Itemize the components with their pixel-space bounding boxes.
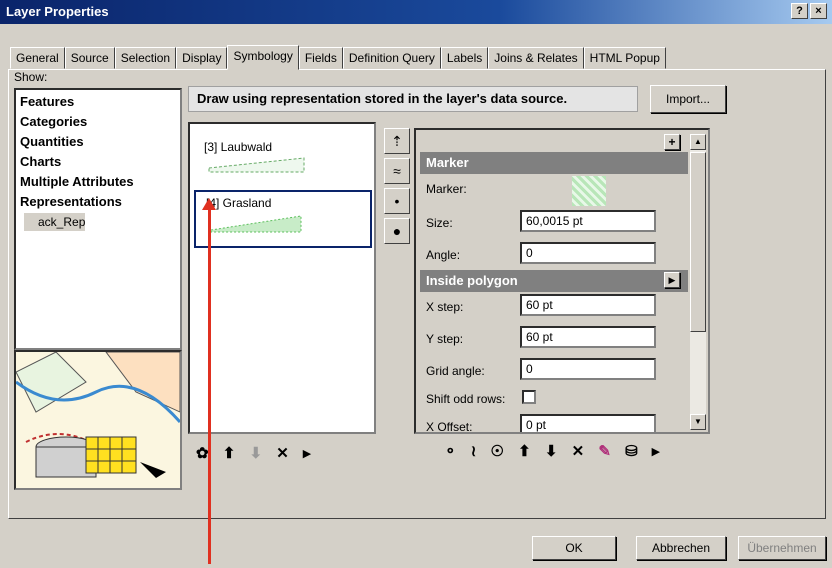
ok-button[interactable]: OK	[532, 536, 616, 560]
brush-icon[interactable]: ✎	[598, 442, 611, 460]
show-item-representations[interactable]: Representations	[20, 192, 176, 212]
tool-marker-icon[interactable]: •	[384, 188, 410, 214]
scroll-down-icon[interactable]: ▼	[690, 414, 706, 430]
add-rep-icon[interactable]: ✿	[196, 444, 209, 462]
add-line-icon[interactable]: ≀	[471, 442, 477, 460]
title-bar: Layer Properties ? ×	[0, 0, 832, 24]
import-button[interactable]: Import...	[650, 85, 726, 113]
grid-angle-label: Grid angle:	[426, 364, 485, 378]
show-item-quantities[interactable]: Quantities	[20, 132, 176, 152]
layer-down-icon[interactable]: ⬇	[545, 442, 558, 460]
show-item-multiple-attributes[interactable]: Multiple Attributes	[20, 172, 176, 192]
help-button[interactable]: ?	[791, 3, 808, 19]
window-title: Layer Properties	[6, 4, 109, 19]
remove-layer-icon[interactable]: ✕	[572, 442, 585, 460]
tool-polygon-icon[interactable]: ●	[384, 218, 410, 244]
marker-label: Marker:	[426, 182, 467, 196]
show-label: Show:	[14, 70, 48, 84]
size-label: Size:	[426, 216, 453, 230]
show-sub-item[interactable]: ack_Rep	[24, 213, 86, 231]
tab-source[interactable]: Source	[64, 47, 115, 69]
annotation-arrow	[208, 206, 211, 564]
tool-select-icon[interactable]: ⇡	[384, 128, 410, 154]
cancel-button[interactable]: Abbrechen	[636, 536, 726, 560]
tab-strip: General Source Selection Display Symbology Fi…	[10, 45, 666, 70]
size-input[interactable]: 60,0015 pt	[520, 210, 656, 232]
tab-fields[interactable]: Fields	[298, 47, 343, 69]
layer-up-icon[interactable]: ⬆	[518, 442, 531, 460]
tab-symbology[interactable]: Symbology	[227, 45, 299, 70]
xoffset-input[interactable]: 0 pt	[520, 414, 656, 432]
close-button[interactable]: ×	[810, 3, 827, 19]
tab-definition-query[interactable]: Definition Query	[342, 47, 441, 69]
representation-list: [3] Laubwald [4] Grasland	[188, 122, 376, 434]
rep-item-grasland[interactable]: [4] Grasland	[194, 190, 372, 248]
props-toolbar: ⚬ ≀ ☉ ⬆ ⬇ ✕ ✎ ⛁ ▸	[444, 442, 669, 460]
delete-icon[interactable]: ✕	[276, 444, 289, 462]
xstep-input[interactable]: 60 pt	[520, 294, 656, 316]
move-down-icon[interactable]: ⬇	[250, 444, 263, 462]
add-fill-icon[interactable]: ☉	[491, 442, 504, 460]
tab-joins-relates[interactable]: Joins & Relates	[488, 47, 584, 69]
layer-properties-dialog: Layer Properties ? × General Source Select…	[0, 0, 832, 568]
database-icon[interactable]: ⛁	[625, 442, 638, 460]
more-arrow-icon[interactable]: ▸	[303, 444, 311, 462]
angle-input[interactable]: 0	[520, 242, 656, 264]
scroll-up-icon[interactable]: ▲	[690, 134, 706, 150]
rep-swatch-laubwald	[208, 157, 305, 173]
expand-arrow-icon[interactable]: ▶	[664, 272, 680, 288]
show-item-features[interactable]: Features	[20, 92, 176, 112]
shift-odd-rows-checkbox[interactable]	[522, 390, 536, 404]
rep-item-label: [4] Grasland	[206, 196, 272, 210]
properties-scrollbar[interactable]: ▲ ▼	[690, 134, 706, 430]
tool-line-icon[interactable]: ≈	[384, 158, 410, 184]
properties-panel: + Marker Marker: Size: 60,0015 pt Angle:…	[414, 128, 710, 434]
xoffset-label: X Offset:	[426, 420, 473, 434]
representation-info: Draw using representation stored in the …	[188, 86, 638, 112]
add-marker-icon[interactable]: ⚬	[444, 442, 457, 460]
rep-item-label: [3] Laubwald	[204, 140, 273, 154]
show-list: Features Categories Quantities Charts Mu…	[14, 88, 182, 350]
plus-button[interactable]: +	[664, 134, 680, 150]
move-up-icon[interactable]: ⬆	[223, 444, 236, 462]
tab-labels[interactable]: Labels	[440, 47, 489, 69]
more-options-icon[interactable]: ▸	[652, 442, 660, 460]
ystep-label: Y step:	[426, 332, 464, 346]
angle-label: Angle:	[426, 248, 461, 262]
show-item-charts[interactable]: Charts	[20, 152, 176, 172]
rep-swatch-grasland	[210, 215, 302, 233]
tab-general[interactable]: General	[10, 47, 65, 69]
xstep-label: X step:	[426, 300, 464, 314]
marker-swatch[interactable]	[572, 176, 606, 206]
shift-odd-rows-label: Shift odd rows:	[426, 392, 506, 406]
show-item-categories[interactable]: Categories	[20, 112, 176, 132]
grid-angle-input[interactable]: 0	[520, 358, 656, 380]
tab-selection[interactable]: Selection	[114, 47, 177, 69]
inside-polygon-section-header: Inside polygon	[420, 270, 688, 292]
marker-section-header: Marker	[420, 152, 688, 174]
rep-item-laubwald[interactable]: [3] Laubwald	[194, 136, 372, 186]
tab-html-popup[interactable]: HTML Popup	[583, 47, 666, 69]
tab-display[interactable]: Display	[176, 47, 228, 69]
ystep-input[interactable]: 60 pt	[520, 326, 656, 348]
rep-list-toolbar: ✿ ⬆ ⬇ ✕ ▸	[196, 444, 321, 462]
scroll-thumb[interactable]	[690, 152, 706, 332]
apply-button[interactable]: Übernehmen	[738, 536, 826, 560]
symbology-preview-image	[14, 350, 182, 490]
